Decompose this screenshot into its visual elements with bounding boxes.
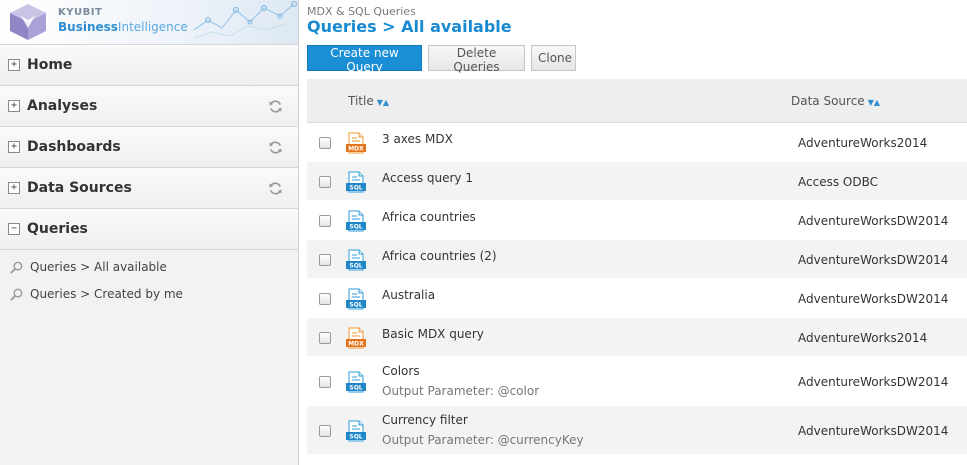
sidebar-item-queries[interactable]: − Queries bbox=[0, 209, 298, 250]
svg-text:MDX: MDX bbox=[348, 146, 364, 153]
sql-file-icon: SQL bbox=[345, 249, 367, 271]
table-header: Title ▼▲ Data Source ▼▲ bbox=[307, 79, 967, 123]
column-header-data-source[interactable]: Data Source ▼▲ bbox=[791, 94, 880, 108]
query-data-source: AdventureWorksDW2014 bbox=[798, 424, 949, 438]
nav-list: + Home + Analyses + Dashboards + Data Sources − Q… bbox=[0, 45, 298, 250]
row-checkbox[interactable] bbox=[319, 376, 331, 388]
column-header-title-label: Title bbox=[348, 94, 374, 108]
table-row[interactable]: SQL Colors Output Parameter: @color Adventu… bbox=[307, 357, 967, 406]
brand-tagline-light: Intelligence bbox=[117, 20, 188, 34]
svg-text:MDX: MDX bbox=[348, 341, 364, 348]
row-checkbox[interactable] bbox=[319, 254, 331, 266]
sql-file-icon: SQL bbox=[345, 420, 367, 442]
row-checkbox[interactable] bbox=[319, 176, 331, 188]
sidebar-subitem-queries-all-available[interactable]: Queries > All available bbox=[0, 254, 298, 281]
row-checkbox[interactable] bbox=[319, 332, 331, 344]
query-data-source: AdventureWorksDW2014 bbox=[798, 253, 949, 267]
query-title[interactable]: Australia bbox=[382, 288, 435, 302]
search-icon bbox=[9, 260, 24, 275]
sidebar-item-label: Dashboards bbox=[27, 139, 121, 155]
page-title: Queries > All available bbox=[307, 17, 512, 36]
main-content: MDX & SQL Queries Queries > All availabl… bbox=[300, 0, 967, 465]
sidebar-item-label: Data Sources bbox=[27, 180, 132, 196]
mdx-file-icon: MDX bbox=[345, 327, 367, 349]
svg-text:SQL: SQL bbox=[349, 385, 362, 392]
expand-toggle-icon[interactable]: + bbox=[8, 182, 20, 194]
row-checkbox[interactable] bbox=[319, 425, 331, 437]
sort-arrows-icon[interactable]: ▼▲ bbox=[868, 98, 880, 107]
expand-toggle-icon[interactable]: + bbox=[8, 141, 20, 153]
brand-tagline-bold: Business bbox=[58, 20, 118, 34]
clone-button[interactable]: Clone bbox=[531, 45, 576, 71]
sort-arrows-icon[interactable]: ▼▲ bbox=[377, 98, 389, 107]
table-row[interactable]: SQL Africa countries AdventureWorksDW2014 bbox=[307, 201, 967, 240]
sidebar-subitem-queries-created-by-me[interactable]: Queries > Created by me bbox=[0, 281, 298, 308]
row-checkbox[interactable] bbox=[319, 137, 331, 149]
table-row[interactable]: MDX 3 axes MDX AdventureWorks2014 bbox=[307, 123, 967, 162]
sql-file-icon: SQL bbox=[345, 288, 367, 310]
sidebar-subitem-label: Queries > Created by me bbox=[30, 287, 183, 301]
query-title[interactable]: Basic MDX query bbox=[382, 327, 484, 341]
query-title[interactable]: Currency filter bbox=[382, 413, 468, 427]
sidebar-item-data-sources[interactable]: + Data Sources bbox=[0, 168, 298, 209]
query-data-source: AdventureWorksDW2014 bbox=[798, 375, 949, 389]
table-row[interactable]: SQL Africa countries (2) AdventureWorksDW2… bbox=[307, 240, 967, 279]
table-row[interactable]: SQL Currency filter Output Parameter: @cur… bbox=[307, 406, 967, 455]
query-title[interactable]: Colors bbox=[382, 364, 420, 378]
sidebar: KYUBIT BusinessIntelligence + Home + Analys… bbox=[0, 0, 299, 465]
kyubit-logo-icon bbox=[10, 4, 46, 40]
queries-table: Title ▼▲ Data Source ▼▲ MDX 3 axes MDX Adven… bbox=[307, 79, 967, 455]
refresh-icon[interactable] bbox=[268, 99, 283, 114]
sql-file-icon: SQL bbox=[345, 371, 367, 393]
table-row[interactable]: SQL Access query 1 Access ODBC bbox=[307, 162, 967, 201]
brand-tagline: BusinessIntelligence bbox=[58, 20, 188, 34]
sidebar-item-label: Queries bbox=[27, 221, 88, 237]
mdx-file-icon: MDX bbox=[345, 132, 367, 154]
row-checkbox[interactable] bbox=[319, 215, 331, 227]
svg-text:SQL: SQL bbox=[349, 263, 362, 270]
logo-bar: KYUBIT BusinessIntelligence bbox=[0, 0, 298, 45]
create-new-query-button[interactable]: Create new Query bbox=[307, 45, 422, 74]
sidebar-item-label: Home bbox=[27, 57, 73, 73]
query-data-source: Access ODBC bbox=[798, 175, 878, 189]
sidebar-item-dashboards[interactable]: + Dashboards bbox=[0, 127, 298, 168]
sidebar-subitem-label: Queries > All available bbox=[30, 260, 167, 274]
svg-text:SQL: SQL bbox=[349, 434, 362, 441]
expand-toggle-icon[interactable]: + bbox=[8, 100, 20, 112]
sidebar-item-analyses[interactable]: + Analyses bbox=[0, 86, 298, 127]
sql-file-icon: SQL bbox=[345, 210, 367, 232]
query-data-source: AdventureWorksDW2014 bbox=[798, 214, 949, 228]
sidebar-item-home[interactable]: + Home bbox=[0, 45, 298, 86]
svg-text:SQL: SQL bbox=[349, 224, 362, 231]
query-data-source: AdventureWorks2014 bbox=[798, 331, 928, 345]
brand-name: KYUBIT bbox=[58, 7, 103, 18]
svg-text:SQL: SQL bbox=[349, 302, 362, 309]
query-title[interactable]: Access query 1 bbox=[382, 171, 473, 185]
row-checkbox[interactable] bbox=[319, 293, 331, 305]
query-output-parameter: Output Parameter: @currencyKey bbox=[382, 433, 584, 447]
search-icon bbox=[9, 287, 24, 302]
expand-toggle-icon[interactable]: − bbox=[8, 223, 20, 235]
sidebar-item-label: Analyses bbox=[27, 98, 98, 114]
refresh-icon[interactable] bbox=[268, 140, 283, 155]
sql-file-icon: SQL bbox=[345, 171, 367, 193]
table-body: MDX 3 axes MDX AdventureWorks2014 SQL Access… bbox=[307, 123, 967, 455]
network-graph-decoration-icon bbox=[193, 1, 297, 39]
table-row[interactable]: MDX Basic MDX query AdventureWorks2014 bbox=[307, 318, 967, 357]
sub-nav-list: Queries > All available Queries > Created… bbox=[0, 254, 298, 308]
delete-queries-button[interactable]: Delete Queries bbox=[428, 45, 525, 74]
expand-toggle-icon[interactable]: + bbox=[8, 59, 20, 71]
column-header-data-source-label: Data Source bbox=[791, 94, 865, 108]
table-row[interactable]: SQL Australia AdventureWorksDW2014 bbox=[307, 279, 967, 318]
svg-text:SQL: SQL bbox=[349, 185, 362, 192]
query-data-source: AdventureWorks2014 bbox=[798, 136, 928, 150]
query-data-source: AdventureWorksDW2014 bbox=[798, 292, 949, 306]
query-title[interactable]: 3 axes MDX bbox=[382, 132, 453, 146]
column-header-title[interactable]: Title ▼▲ bbox=[348, 94, 389, 108]
query-title[interactable]: Africa countries bbox=[382, 210, 476, 224]
refresh-icon[interactable] bbox=[268, 181, 283, 196]
query-output-parameter: Output Parameter: @color bbox=[382, 384, 540, 398]
query-title[interactable]: Africa countries (2) bbox=[382, 249, 497, 263]
